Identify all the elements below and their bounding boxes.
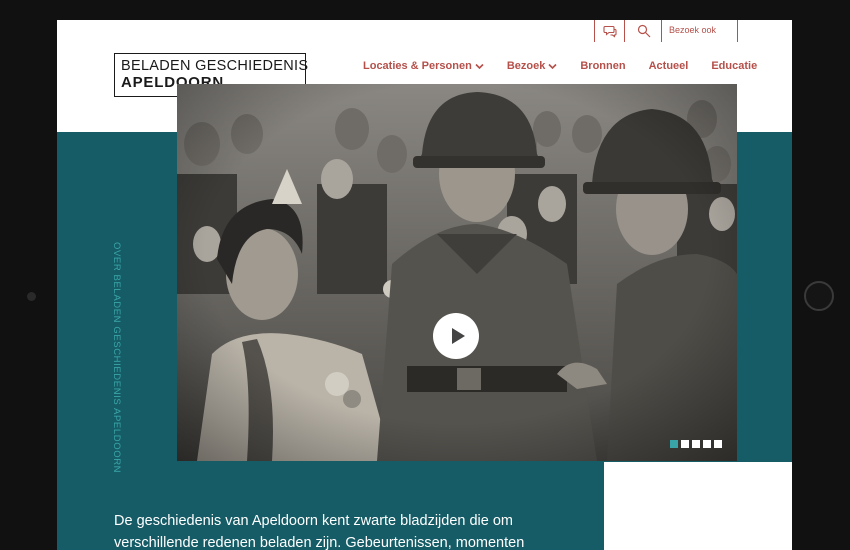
tablet-frame: Bezoek ook BELADEN GESCHIEDENIS APELDOOR… — [0, 0, 850, 550]
intro-line-2: verschillende redenen beladen zijn. Gebe… — [114, 535, 525, 550]
nav-item-locaties-personen[interactable]: Locaties & Personen — [363, 60, 484, 72]
intro-line-1: De geschiedenis van Apeldoorn kent zwart… — [114, 513, 513, 529]
chat-bubble-icon[interactable] — [603, 24, 617, 38]
carousel-dot[interactable] — [692, 440, 700, 448]
intro-paragraph: De geschiedenis van Apeldoorn kent zwart… — [114, 510, 584, 550]
logo-line-1: BELADEN GESCHIEDENIS — [121, 58, 309, 74]
carousel-dot[interactable] — [703, 440, 711, 448]
carousel-dot[interactable] — [670, 440, 678, 448]
hero-image[interactable] — [177, 84, 737, 461]
nav-item-label: Locaties & Personen — [363, 60, 472, 72]
play-button[interactable] — [433, 313, 479, 359]
nav-item-bezoek[interactable]: Bezoek — [507, 60, 558, 72]
nav-item-label: Educatie — [711, 60, 758, 72]
carousel-indicators — [670, 440, 725, 448]
utility-separator — [737, 20, 738, 42]
vertical-section-label[interactable]: OVER BELADEN GESCHIEDENIS APELDOORN — [110, 242, 122, 473]
chevron-down-icon — [548, 63, 557, 69]
website-screen: Bezoek ook BELADEN GESCHIEDENIS APELDOOR… — [57, 20, 792, 550]
utility-separator — [624, 20, 625, 42]
vertical-label-text: OVER BELADEN GESCHIEDENIS APELDOORN — [111, 242, 122, 474]
nav-item-label: Bezoek — [506, 60, 546, 72]
camera-dot — [27, 292, 36, 301]
nav-item-label: Bronnen — [580, 60, 626, 72]
white-panel — [604, 462, 792, 550]
utility-separator — [661, 20, 662, 42]
play-icon — [451, 328, 465, 344]
nav-item-educatie[interactable]: Educatie — [711, 60, 757, 72]
historical-photo — [177, 84, 737, 461]
carousel-dot[interactable] — [681, 440, 689, 448]
home-button[interactable] — [804, 281, 834, 311]
carousel-dot[interactable] — [714, 440, 722, 448]
bezoek-ook-link[interactable]: Bezoek ook — [669, 25, 716, 35]
search-icon[interactable] — [637, 24, 651, 38]
utility-separator — [594, 20, 595, 42]
nav-item-actueel[interactable]: Actueel — [649, 60, 689, 72]
nav-item-bronnen[interactable]: Bronnen — [580, 60, 625, 72]
chevron-down-icon — [475, 63, 484, 69]
main-navigation: Locaties & Personen Bezoek Bronnen Actue… — [363, 58, 780, 74]
nav-item-label: Actueel — [648, 60, 689, 72]
